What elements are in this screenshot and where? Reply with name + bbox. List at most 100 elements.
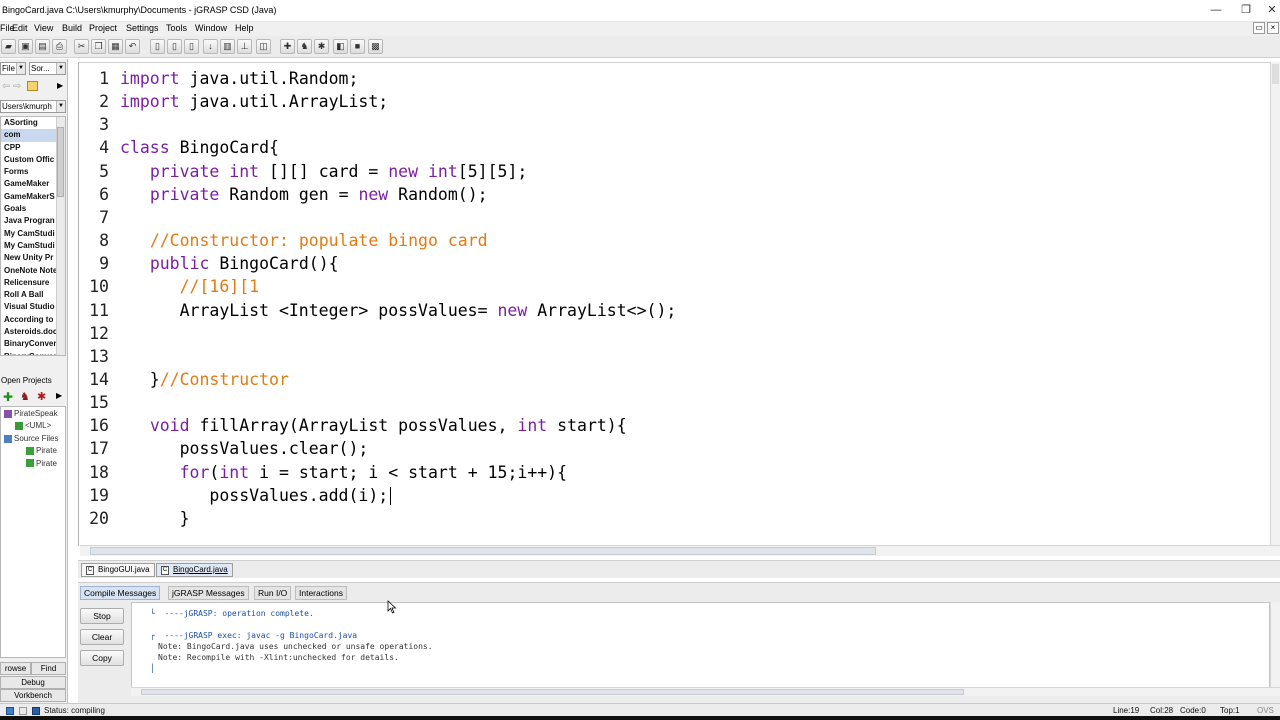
file-filter-combo[interactable]: File ▼ bbox=[0, 62, 26, 75]
browse-arrow-icon[interactable]: ▶ bbox=[57, 81, 63, 90]
compile-icon[interactable]: ✚ bbox=[280, 39, 295, 54]
clear-button[interactable]: Clear bbox=[80, 629, 124, 645]
tab-find[interactable]: Find bbox=[31, 662, 66, 675]
copy-icon[interactable]: ❐ bbox=[91, 39, 106, 54]
editor-horizontal-scrollbar[interactable] bbox=[80, 545, 1280, 556]
copy-button[interactable]: Copy bbox=[80, 650, 124, 666]
tab-workbench[interactable]: Vorkbench bbox=[0, 689, 66, 702]
forward-icon[interactable]: ⇨ bbox=[13, 81, 21, 92]
project-toolbar: ✚ ♞ ✱ ▶ bbox=[0, 388, 66, 406]
menu-edit[interactable]: Edit bbox=[12, 23, 28, 33]
menu-project[interactable]: Project bbox=[89, 23, 117, 33]
code-line[interactable]: import java.util.ArrayList; bbox=[120, 92, 388, 111]
code-line[interactable]: possValues.clear(); bbox=[120, 439, 369, 459]
code-line[interactable]: void fillArray(ArrayList possValues, int… bbox=[120, 416, 627, 435]
tab-browse[interactable]: rowse bbox=[0, 662, 31, 675]
run-icon[interactable]: ♞ bbox=[297, 39, 312, 54]
code-line[interactable]: for(int i = start; i < start + 15;i++){ bbox=[120, 463, 567, 482]
code-keyword: import bbox=[120, 92, 180, 112]
menu-window[interactable]: Window bbox=[195, 23, 227, 33]
add-icon[interactable]: ✚ bbox=[3, 390, 13, 404]
new-file-icon[interactable]: ▯ bbox=[150, 39, 165, 54]
code-text: i = start; i < start + 15;i++){ bbox=[249, 462, 568, 482]
book-icon[interactable]: ◫ bbox=[256, 39, 271, 54]
editor-vertical-scrollbar[interactable] bbox=[1270, 62, 1280, 546]
menu-view[interactable]: View bbox=[34, 23, 53, 33]
path-combo[interactable]: Users\kmurph ▼ bbox=[0, 100, 66, 113]
tree-icon[interactable]: ⊥ bbox=[237, 39, 252, 54]
page-icon[interactable]: ▯ bbox=[167, 39, 182, 54]
code-text: possValues.clear(); bbox=[120, 439, 369, 459]
code-line[interactable]: private Random gen = new Random(); bbox=[120, 185, 488, 204]
cut-icon[interactable]: ✂ bbox=[74, 39, 89, 54]
run-icon[interactable]: ♞ bbox=[20, 390, 30, 403]
menu-arrow-icon[interactable]: ▶ bbox=[56, 391, 62, 400]
print-icon[interactable]: ⎙ bbox=[52, 39, 67, 54]
folder-up-icon[interactable] bbox=[27, 81, 38, 91]
line-number: 18 bbox=[89, 462, 109, 482]
code-line[interactable]: possValues.add(i); bbox=[120, 486, 392, 506]
message-vertical-scrollbar[interactable] bbox=[1270, 602, 1280, 688]
tab-compile-messages[interactable]: Compile Messages bbox=[80, 586, 161, 600]
code-keyword: new bbox=[497, 300, 528, 320]
paste-icon[interactable]: ▦ bbox=[108, 39, 123, 54]
message-output[interactable]: └ ----jGRASP: operation complete. ┌ ----j… bbox=[131, 602, 1270, 688]
file-tab-label: BingoGUI.java bbox=[98, 565, 150, 574]
code-line[interactable]: //Constructor: populate bingo card bbox=[120, 231, 488, 250]
tab-run-io[interactable]: Run I/O bbox=[254, 586, 292, 600]
menu-help[interactable]: Help bbox=[235, 23, 254, 33]
debug-icon[interactable]: ✱ bbox=[314, 39, 329, 54]
line-number: 19 bbox=[89, 485, 109, 505]
maximize-button[interactable]: ❐ bbox=[1238, 3, 1254, 17]
code-line[interactable]: private int [][] card = new int[5][5]; bbox=[120, 162, 528, 181]
line-number: 3 bbox=[99, 115, 109, 135]
status-top: Top:1 bbox=[1220, 706, 1240, 715]
save-icon[interactable]: ▣ bbox=[18, 39, 33, 54]
tab-interactions[interactable]: Interactions bbox=[295, 586, 347, 600]
close-document-icon[interactable]: × bbox=[1267, 22, 1279, 34]
uml-icon bbox=[15, 422, 23, 431]
project-tree-item[interactable]: Pirate bbox=[26, 446, 57, 455]
open-projects-label: Open Projects bbox=[1, 376, 52, 385]
menu-tools[interactable]: Tools bbox=[166, 23, 187, 33]
message-horizontal-scrollbar[interactable] bbox=[131, 687, 1280, 696]
mouse-cursor-icon bbox=[387, 600, 397, 614]
code-line[interactable]: ArrayList <Integer> possValues= new Arra… bbox=[120, 300, 677, 320]
file-list-scrollbar[interactable] bbox=[56, 117, 65, 355]
code-line[interactable]: public BingoCard(){ bbox=[120, 254, 339, 273]
applet-icon[interactable]: ◧ bbox=[333, 39, 348, 54]
chart-icon[interactable]: ▥ bbox=[220, 39, 235, 54]
file-tab-bingogui[interactable]: C BingoGUI.java bbox=[81, 563, 155, 577]
code-text: } bbox=[120, 508, 190, 528]
tab-debug[interactable]: Debug bbox=[0, 676, 66, 689]
project-tree-item[interactable]: PirateSpeak bbox=[4, 409, 58, 418]
sort-combo[interactable]: Sor... ▼ bbox=[29, 62, 66, 75]
menu-build[interactable]: Build bbox=[62, 23, 82, 33]
tab-jgrasp-messages[interactable]: jGRASP Messages bbox=[168, 586, 249, 600]
generate-csd-icon[interactable]: ▯ bbox=[184, 39, 199, 54]
back-icon[interactable]: ⇦ bbox=[2, 81, 10, 92]
stop-button[interactable]: Stop bbox=[80, 608, 124, 624]
pin-icon[interactable]: ↓ bbox=[203, 39, 218, 54]
close-button[interactable]: ✕ bbox=[1264, 3, 1280, 17]
project-tree-item[interactable]: Source Files bbox=[4, 434, 58, 443]
project-tree-item[interactable]: Pirate bbox=[26, 459, 57, 468]
undo-icon[interactable]: ↶ bbox=[125, 39, 140, 54]
viewer-icon[interactable]: ■ bbox=[350, 39, 365, 54]
project-tree-item[interactable]: <UML> bbox=[15, 421, 51, 430]
restore-document-icon[interactable]: ▭ bbox=[1253, 22, 1265, 34]
code-line[interactable]: class BingoCard{ bbox=[120, 138, 279, 157]
code-line[interactable]: } bbox=[120, 509, 190, 528]
open-folder-icon[interactable]: ▰ bbox=[1, 39, 16, 54]
save-all-icon[interactable]: ▤ bbox=[35, 39, 50, 54]
minimize-button[interactable]: — bbox=[1208, 3, 1224, 17]
menu-settings[interactable]: Settings bbox=[126, 23, 159, 33]
code-line[interactable]: import java.util.Random; bbox=[120, 69, 358, 88]
file-tab-bingocard[interactable]: C BingoCard.java bbox=[156, 563, 233, 577]
code-line[interactable]: }//Constructor bbox=[120, 370, 289, 389]
debug-icon[interactable]: ✱ bbox=[37, 390, 46, 403]
canvas-icon[interactable]: ▩ bbox=[368, 39, 383, 54]
message-line: ┌ ----jGRASP exec: javac -g BingoCard.ja… bbox=[150, 631, 358, 640]
file-filter-value: File bbox=[2, 64, 15, 73]
code-line[interactable]: //[16][1 bbox=[120, 277, 259, 296]
